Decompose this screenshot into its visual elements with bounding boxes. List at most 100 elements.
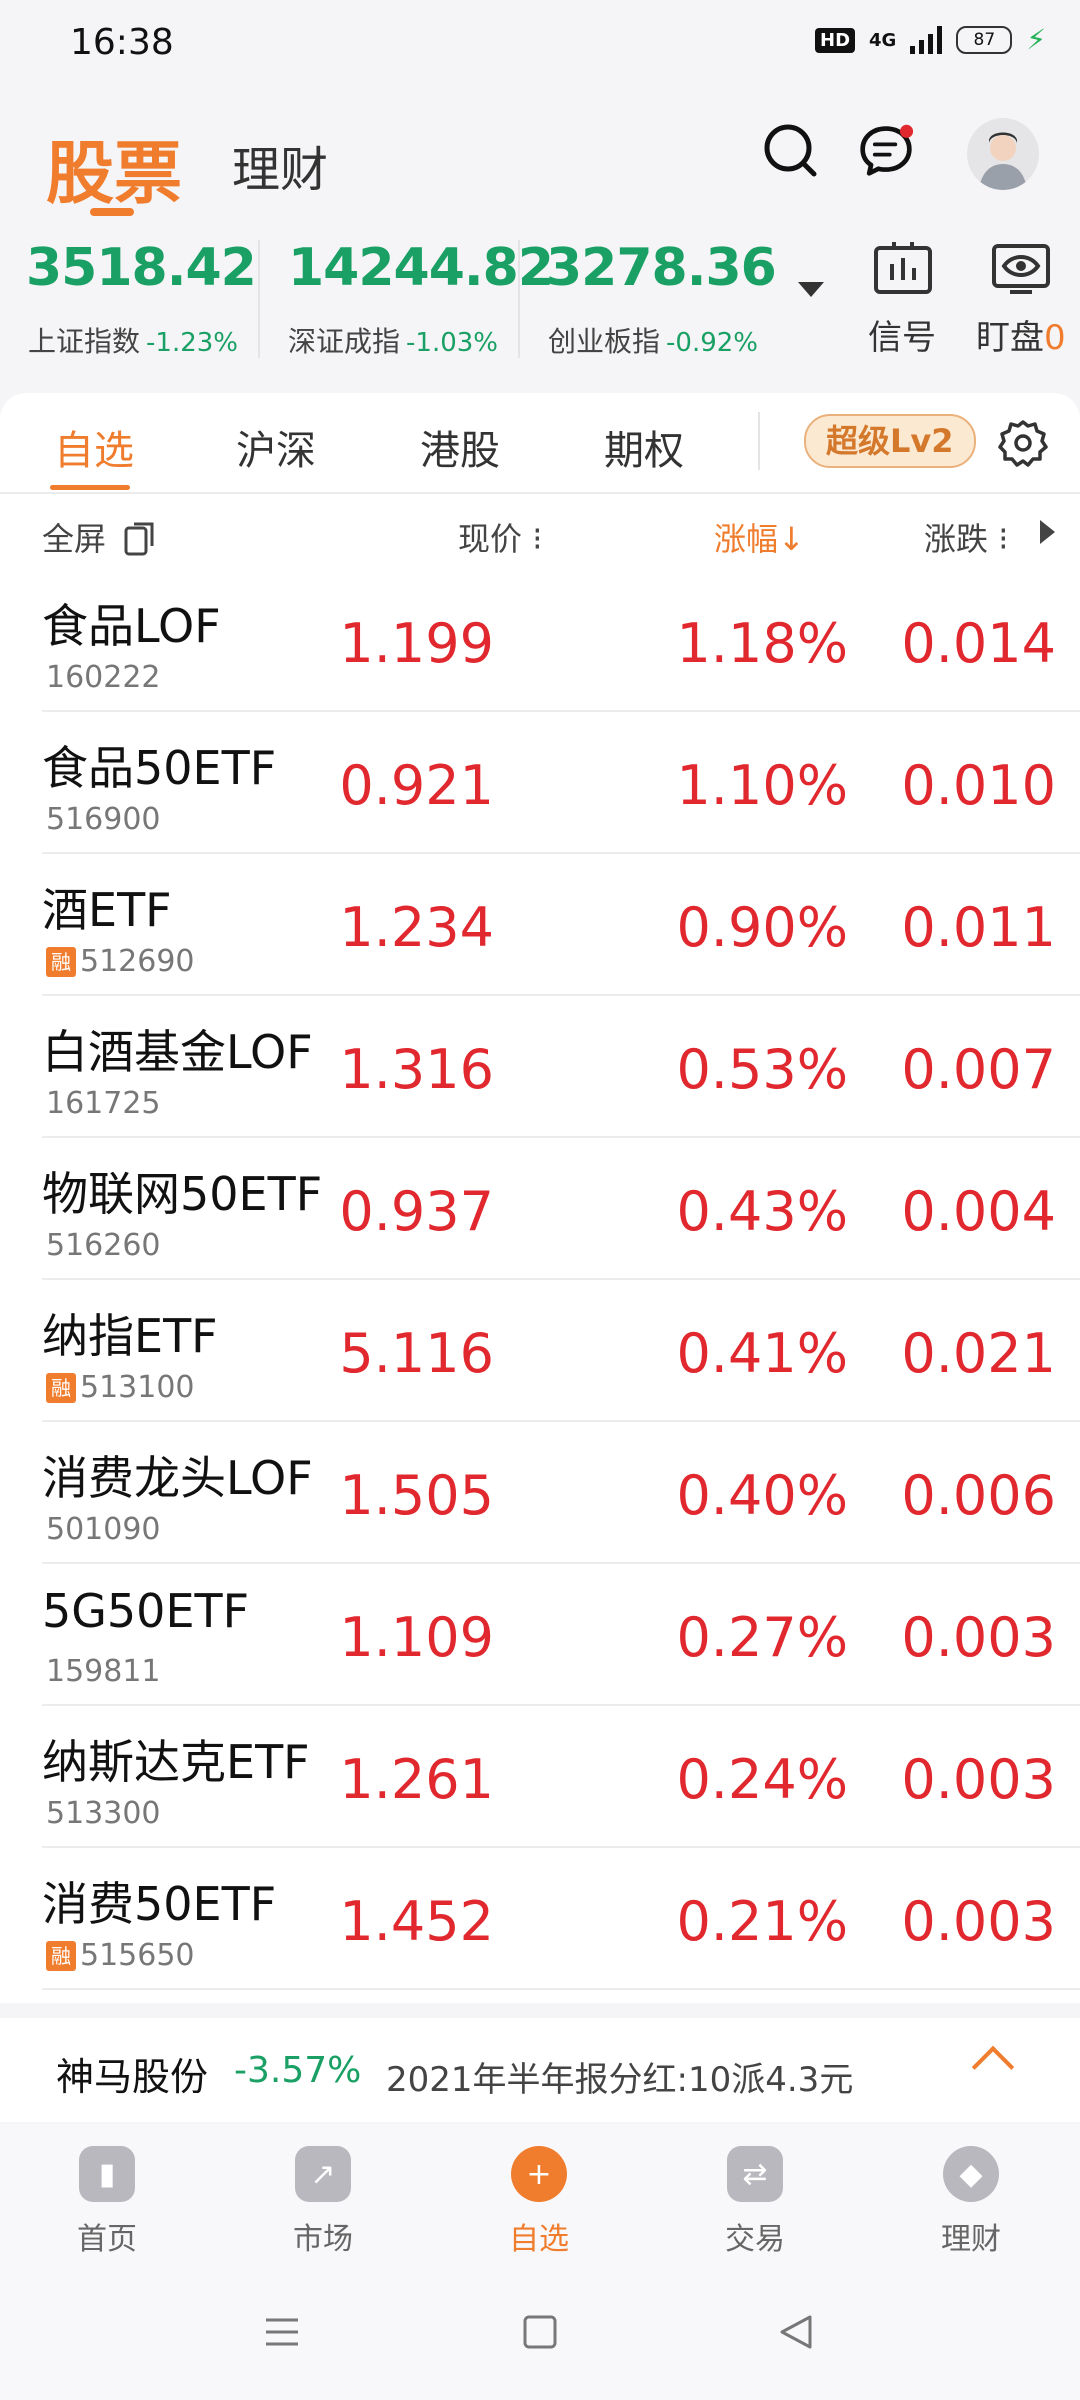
watch-icon[interactable] [990, 240, 1052, 296]
home-square-icon[interactable] [520, 2312, 560, 2352]
column-price[interactable]: 现价 ⁝ [458, 514, 542, 560]
table-row[interactable]: 白酒基金LOF 161725 1.316 0.53% 0.007 [42, 994, 1080, 1138]
change-value: 0.004 [901, 1180, 1056, 1243]
table-row[interactable]: 消费50ETF 融 515650 1.452 0.21% 0.003 [42, 1846, 1080, 1990]
table-row[interactable]: 纳指ETF 融 513100 5.116 0.41% 0.021 [42, 1278, 1080, 1422]
battery-icon: 87 [956, 26, 1013, 54]
pct-change-value: 1.18% [676, 612, 848, 675]
nav-market[interactable]: ↗ 市场 [248, 2146, 398, 2258]
table-row[interactable]: 纳斯达克ETF 513300 1.261 0.24% 0.003 [42, 1704, 1080, 1848]
watch-label[interactable]: 盯盘0 [976, 310, 1066, 359]
price-value: 0.921 [339, 754, 494, 817]
change-value: 0.011 [901, 896, 1056, 959]
security-name: 白酒基金LOF [42, 1025, 313, 1079]
menu-icon[interactable] [262, 2312, 302, 2352]
index-change-sh: -1.23% [146, 328, 238, 358]
fullscreen-label: 全屏 [42, 520, 107, 558]
market-icon: ↗ [295, 2146, 351, 2202]
index-value-cyb[interactable]: 3278.36 [546, 238, 777, 298]
column-change-label: 涨跌 [924, 520, 989, 558]
tab-favorites[interactable]: 自选 [54, 418, 134, 476]
column-price-label: 现价 [458, 520, 523, 558]
change-value: 0.014 [901, 612, 1056, 675]
security-code: 161725 [46, 1086, 161, 1121]
security-code-wrap: 融 513100 [46, 1370, 195, 1405]
index-change-sz: -1.03% [406, 328, 498, 358]
divider [0, 492, 1080, 494]
security-name: 5G50ETF [42, 1584, 250, 1638]
settings-icon[interactable] [998, 418, 1048, 468]
index-label-sh[interactable]: 上证指数 -1.23% [28, 320, 238, 360]
nav-wealth-label: 理财 [941, 2222, 1001, 2257]
index-dropdown-icon[interactable] [798, 282, 824, 297]
wealth-icon: ◆ [943, 2146, 999, 2202]
price-value: 0.937 [339, 1180, 494, 1243]
nav-home[interactable]: ▮ 首页 [32, 2146, 182, 2258]
index-label-cyb[interactable]: 创业板指 -0.92% [548, 320, 758, 360]
security-code-wrap: 516260 [46, 1228, 161, 1263]
table-row[interactable]: 食品50ETF 516900 0.921 1.10% 0.010 [42, 710, 1080, 854]
security-name: 食品50ETF [42, 741, 277, 795]
index-value-sh[interactable]: 3518.42 [26, 238, 257, 298]
security-code: 516900 [46, 802, 161, 837]
price-value: 1.505 [339, 1464, 494, 1527]
divider [258, 240, 260, 358]
banner-stock-name[interactable]: 神马股份 [56, 2046, 208, 2101]
lv2-badge[interactable]: 超级Lv2 [804, 414, 976, 468]
nav-home-label: 首页 [77, 2222, 137, 2257]
message-icon[interactable] [858, 122, 914, 178]
nav-trade[interactable]: ⇄ 交易 [680, 2146, 830, 2258]
security-name: 纳指ETF [42, 1309, 218, 1363]
column-change[interactable]: 涨跌 ⁝ [924, 514, 1008, 560]
price-value: 1.452 [339, 1890, 494, 1953]
security-code: 513100 [80, 1370, 195, 1405]
fullscreen-toggle[interactable]: 全屏 [42, 514, 156, 560]
table-row[interactable]: 酒ETF 融 512690 1.234 0.90% 0.011 [42, 852, 1080, 996]
fullscreen-icon [124, 522, 154, 556]
watch-count: 0 [1044, 318, 1066, 358]
divider [518, 240, 520, 358]
tab-options[interactable]: 期权 [604, 418, 684, 476]
pct-change-value: 0.21% [676, 1890, 848, 1953]
index-label-sz[interactable]: 深证成指 -1.03% [288, 320, 498, 360]
signal-chart-icon[interactable] [872, 240, 934, 296]
column-pct[interactable]: 涨幅↓ [714, 514, 805, 560]
search-icon[interactable] [762, 122, 818, 178]
banner-news-text[interactable]: 2021年半年报分红:10派4.3元 [386, 2052, 853, 2101]
index-value-sz[interactable]: 14244.82 [288, 238, 554, 298]
security-code-wrap: 501090 [46, 1512, 161, 1547]
nav-favorites-label: 自选 [509, 2222, 569, 2257]
tab-wealth[interactable]: 理财 [232, 130, 328, 200]
home-icon: ▮ [79, 2146, 135, 2202]
avatar[interactable] [967, 118, 1039, 190]
nav-wealth[interactable]: ◆ 理财 [896, 2146, 1046, 2258]
security-name: 消费50ETF [42, 1877, 277, 1931]
pct-change-value: 0.27% [676, 1606, 848, 1669]
price-value: 1.234 [339, 896, 494, 959]
tab-favorites-indicator [50, 485, 130, 490]
change-value: 0.003 [901, 1890, 1056, 1953]
column-menu-icon: ⁝ [988, 520, 1009, 558]
change-value: 0.021 [901, 1322, 1056, 1385]
index-name-sh: 上证指数 [28, 325, 141, 358]
table-row[interactable]: 食品LOF 160222 1.199 1.18% 0.014 [42, 568, 1080, 712]
tab-shanghai-shenzhen[interactable]: 沪深 [236, 418, 316, 476]
nav-favorites[interactable]: + 自选 [464, 2146, 614, 2258]
security-name: 物联网50ETF [42, 1167, 323, 1221]
signal-label[interactable]: 信号 [868, 310, 936, 359]
table-row[interactable]: 消费龙头LOF 501090 1.505 0.40% 0.006 [42, 1420, 1080, 1564]
security-code-wrap: 160222 [46, 660, 161, 695]
tab-stocks[interactable]: 股票 [46, 118, 182, 217]
tab-hongkong[interactable]: 港股 [420, 418, 500, 476]
table-row[interactable]: 5G50ETF 159811 1.109 0.27% 0.003 [42, 1562, 1080, 1706]
back-icon[interactable] [776, 2312, 816, 2352]
column-pct-label: 涨幅 [714, 520, 779, 558]
scroll-right-icon[interactable] [1040, 520, 1055, 544]
margin-tag: 融 [46, 1940, 76, 1971]
banner-stock-change: -3.57% [234, 2050, 362, 2091]
security-code-wrap: 513300 [46, 1796, 161, 1831]
pct-change-value: 0.40% [676, 1464, 848, 1527]
table-row[interactable]: 物联网50ETF 516260 0.937 0.43% 0.004 [42, 1136, 1080, 1280]
security-code: 501090 [46, 1512, 161, 1547]
change-value: 0.003 [901, 1606, 1056, 1669]
